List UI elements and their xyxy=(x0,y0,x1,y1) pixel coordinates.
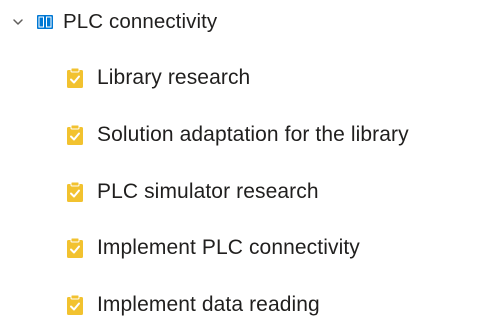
tree-item-implement-data-reading[interactable]: Implement data reading xyxy=(66,285,320,325)
tree-item-implement-plc-connectivity[interactable]: Implement PLC connectivity xyxy=(66,228,360,268)
tree-item-library-research[interactable]: Library research xyxy=(66,58,250,98)
tree-item-label[interactable]: Solution adaptation for the library xyxy=(97,115,409,155)
clipboard-task-icon xyxy=(66,294,84,316)
clipboard-task-icon xyxy=(66,67,84,89)
chevron-down-icon[interactable] xyxy=(10,14,26,30)
clipboard-task-icon xyxy=(66,181,84,203)
tree-item-solution-adaptation[interactable]: Solution adaptation for the library xyxy=(66,115,409,155)
tree-item-plc-connectivity[interactable]: PLC connectivity xyxy=(0,2,217,42)
tree-item-label[interactable]: Implement PLC connectivity xyxy=(97,228,360,268)
tree-item-label[interactable]: PLC simulator research xyxy=(97,172,319,212)
tree-item-plc-simulator-research[interactable]: PLC simulator research xyxy=(66,172,319,212)
clipboard-task-icon xyxy=(66,124,84,146)
tree-item-label[interactable]: Library research xyxy=(97,58,250,98)
book-icon xyxy=(36,13,54,31)
tree-item-label[interactable]: Implement data reading xyxy=(97,285,320,325)
clipboard-task-icon xyxy=(66,237,84,259)
tree-item-label[interactable]: PLC connectivity xyxy=(63,2,217,42)
work-item-tree: PLC connectivity Library research Soluti… xyxy=(0,0,478,324)
